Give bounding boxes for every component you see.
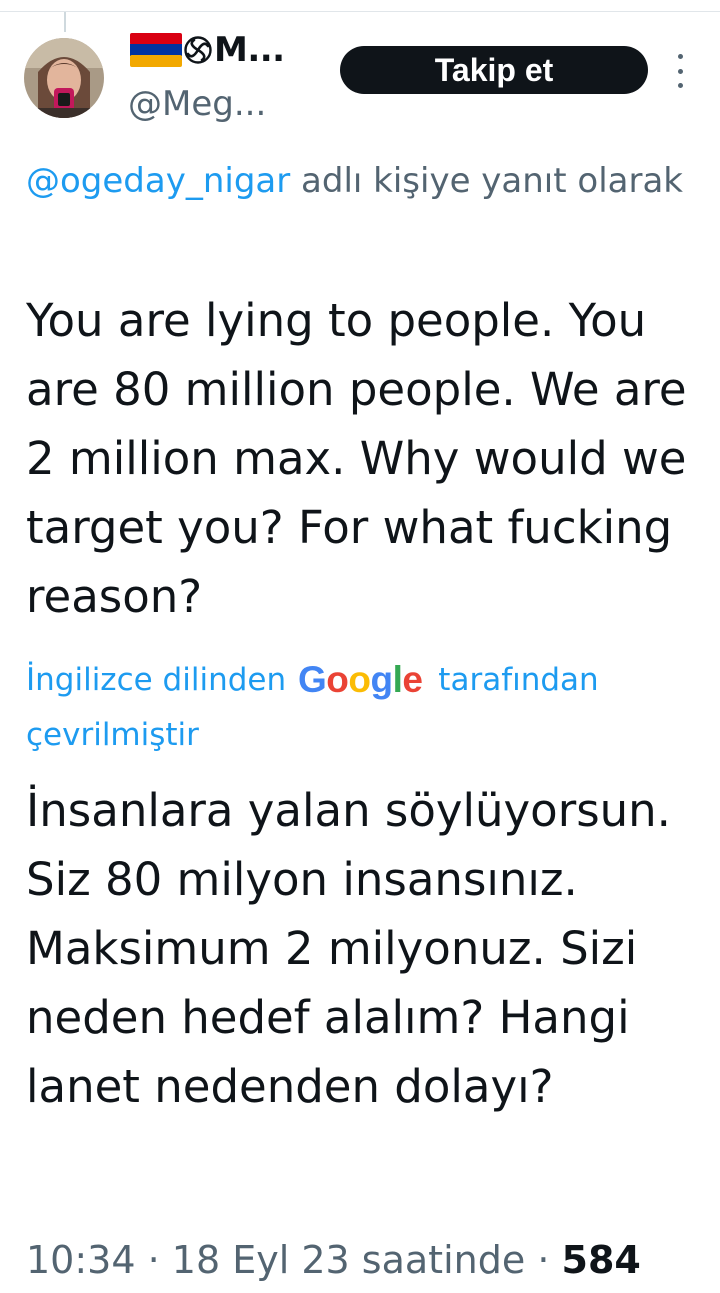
reply-context-text: adlı kişiye yanıt olarak [290, 161, 683, 201]
tweet-text: You are lying to people. You are 80 mill… [26, 294, 687, 623]
translation-attribution[interactable]: İngilizce dilinden Google tarafından çev… [26, 652, 706, 763]
tweet-time[interactable]: 10:34 [26, 1238, 136, 1282]
tweet-meta-row: 10:34 · 18 Eyl 23 saatinde · 584 [26, 1238, 716, 1282]
thread-connector-line [64, 12, 66, 32]
reply-mention-link[interactable]: @ogeday_nigar [26, 161, 290, 201]
google-logo: Google [297, 659, 423, 700]
tweet-date[interactable]: 18 Eyl 23 saatinde [172, 1238, 525, 1282]
eternity-swirl-icon [184, 36, 212, 64]
view-count: 584 [561, 1238, 641, 1282]
author-display-name: M... [214, 30, 285, 70]
avatar[interactable] [24, 38, 104, 118]
author-name-row[interactable]: M... [130, 28, 285, 72]
meta-separator: · [537, 1238, 550, 1282]
follow-button[interactable]: Takip et [340, 46, 648, 94]
translated-tweet-text: İnsanlara yalan söylüyorsun. Siz 80 mily… [26, 784, 671, 1113]
armenian-flag-icon [130, 33, 182, 67]
top-divider [0, 11, 720, 12]
more-options-icon[interactable] [672, 54, 688, 88]
meta-separator: · [147, 1238, 160, 1282]
author-handle[interactable]: @Meg... [128, 84, 266, 124]
translation-prefix: İngilizce dilinden [26, 662, 287, 698]
reply-context: @ogeday_nigar adlı kişiye yanıt olarak [26, 152, 706, 210]
